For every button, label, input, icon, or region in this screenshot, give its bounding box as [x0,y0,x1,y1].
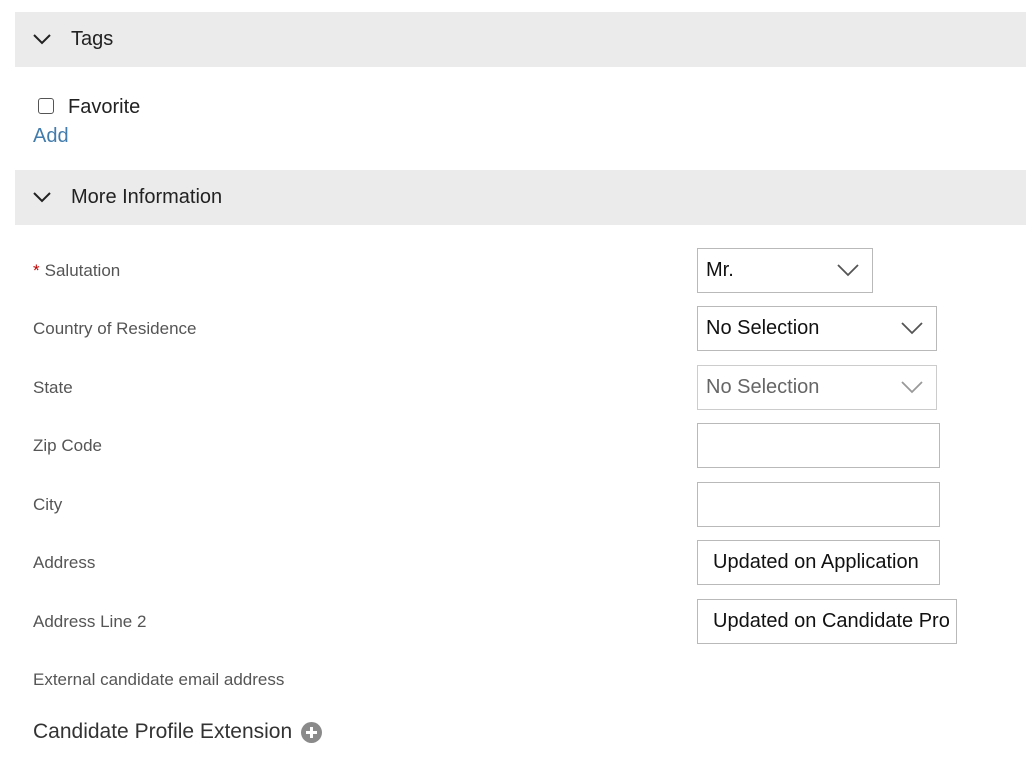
favorite-checkbox[interactable] [38,97,54,114]
country-label: Country of Residence [33,319,197,338]
address-input[interactable]: Updated on Application [697,540,940,585]
section-header-more-information[interactable]: More Information [15,170,1026,225]
state-select[interactable]: No Selection [697,365,937,410]
required-indicator: * [33,261,40,280]
candidate-profile-extension-row: Candidate Profile Extension [33,720,323,744]
country-value: No Selection [706,317,820,339]
chevron-down-icon [901,381,923,394]
address-label: Address [33,553,96,572]
city-label: City [33,495,63,514]
address-line-2-value: Updated on Candidate Pro [713,610,950,632]
zip-code-label: Zip Code [33,436,102,455]
section-header-tags[interactable]: Tags [15,12,1026,67]
salutation-label: * Salutation [33,261,121,280]
salutation-value: Mr. [706,259,734,281]
address-value: Updated on Application [713,551,919,573]
zip-code-input[interactable] [697,423,940,468]
state-value: No Selection [706,376,820,398]
external-email-label: External candidate email address [33,670,285,689]
state-label: State [33,378,73,397]
add-tag-link[interactable]: Add [33,125,69,148]
candidate-profile-extension-title: Candidate Profile Extension [33,720,293,743]
country-select[interactable]: No Selection [697,306,937,351]
favorite-row[interactable]: Favorite [38,94,141,118]
address-line-2-label: Address Line 2 [33,612,147,631]
favorite-label: Favorite [68,96,141,118]
salutation-select[interactable]: Mr. [697,248,873,293]
plus-circle-icon[interactable] [301,721,323,743]
address-line-2-input[interactable]: Updated on Candidate Pro [697,599,957,644]
chevron-down-icon [33,192,51,203]
page: Tags Favorite Add More Information * Salu… [0,0,1026,782]
city-input[interactable] [697,482,940,527]
chevron-down-icon [33,34,51,45]
chevron-down-icon [837,264,859,277]
section-title-more-information: More Information [71,186,223,208]
section-title-tags: Tags [71,28,114,50]
chevron-down-icon [901,322,923,335]
